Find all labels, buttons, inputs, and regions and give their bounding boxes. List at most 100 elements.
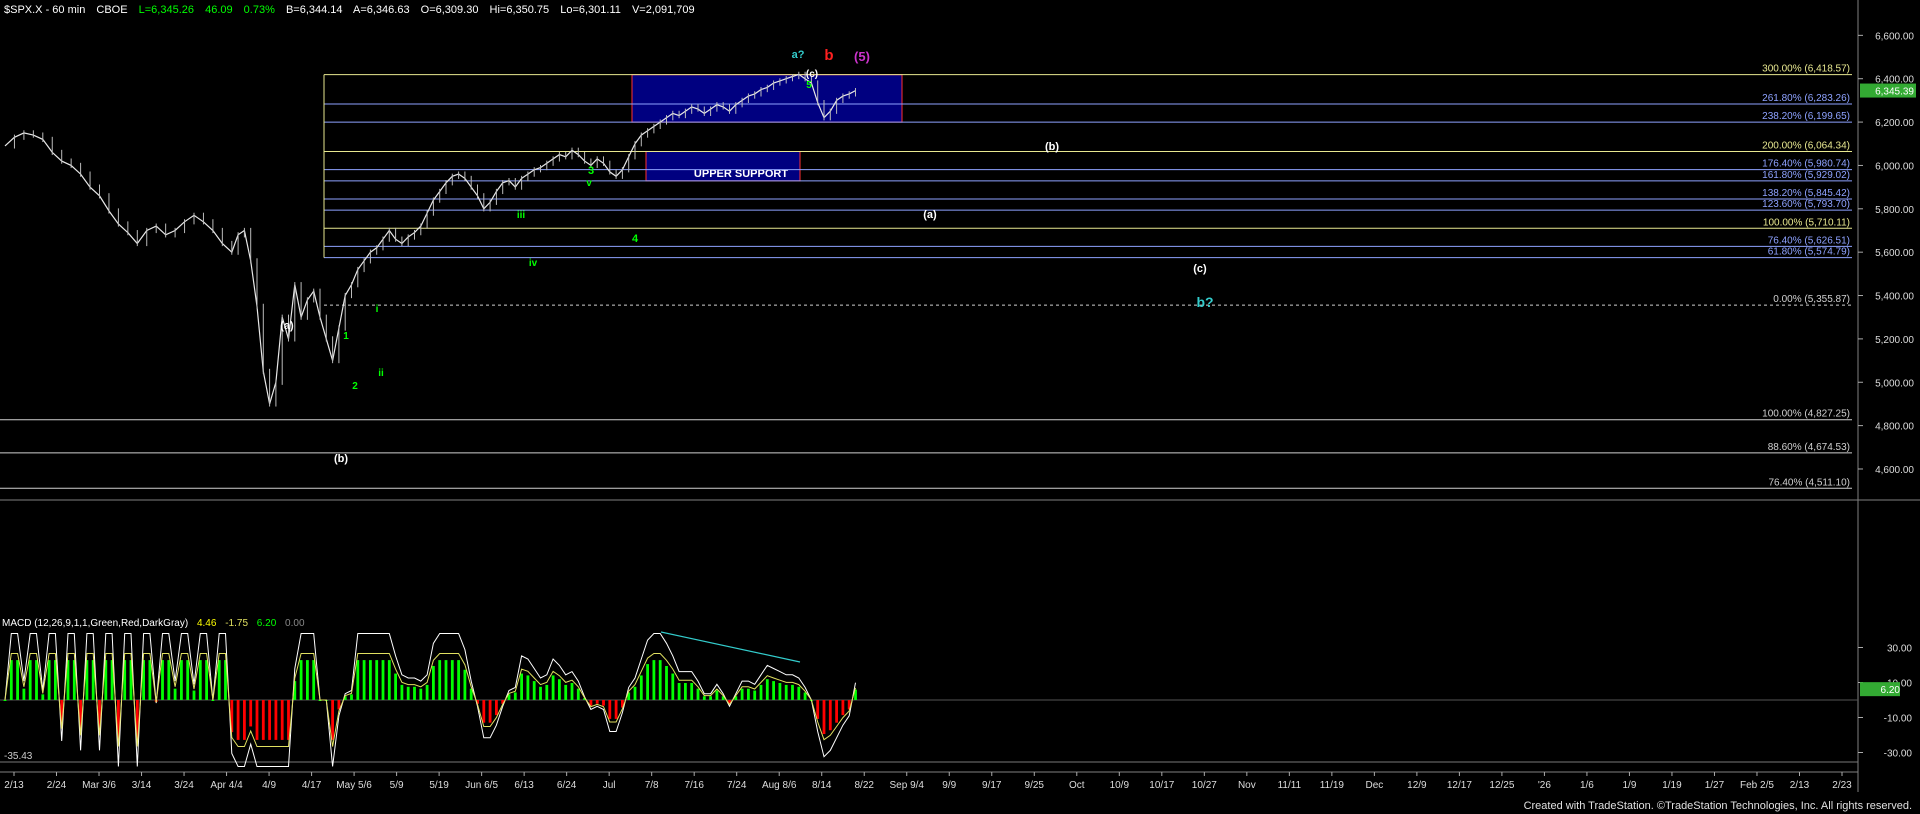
macd-hist-value: 6.20 [256,618,277,629]
y-tick-label: 4,800.00 [1875,422,1914,433]
macd-hist-bar [753,690,757,700]
x-tick-label: 12/25 [1489,780,1514,791]
wave-label: (5) [854,49,870,64]
x-tick-label: 1/27 [1705,780,1725,791]
x-tick-label: Sep 9/4 [890,780,925,791]
bid-value: B=6,344.14 [285,4,343,16]
y-tick-label: 4,600.00 [1875,465,1914,476]
macd-hist-bar [551,675,555,700]
macd-hist-bar [198,660,202,700]
macd-hist-bar [576,688,580,700]
change-pct: 0.73% [243,4,275,16]
macd-hist-bar [161,660,164,700]
x-tick-label: 11/19 [1320,780,1345,791]
macd-hist-bar [822,700,826,735]
macd-hist-bar [784,684,788,700]
x-tick-label: 10/9 [1110,780,1130,791]
macd-hist-bar [236,700,240,740]
x-tick-label: Feb 2/5 [1740,780,1774,791]
fib-label: 138.20% (5,845.42) [1762,188,1850,199]
macd-hist-bar [211,700,215,701]
macd-hist-bar [696,688,700,700]
macd-hist-bar [148,660,152,700]
x-tick-label: 7/24 [727,780,747,791]
wave-label: 5 [806,80,812,91]
wave-label: b [824,47,833,64]
y-tick-label: 6,000.00 [1875,161,1914,172]
price-chart: UPPER SUPPORT 300.00% (6,418.57)261.80% … [0,0,1920,814]
macd-hist-bar [765,679,769,700]
macd-hist-bar [633,686,637,700]
macd-hist-bar [526,675,530,700]
x-tick-label: 3/14 [132,780,152,791]
x-tick-label: 7/8 [645,780,659,791]
wave-label: ii [378,368,384,379]
macd-hist-bar [312,660,316,700]
open-value: O=6,309.30 [420,4,479,16]
macd-hist-bar [602,700,605,706]
wave-label: (a) [280,320,294,332]
y-tick-label: 5,400.00 [1875,292,1914,303]
fib-label: 76.40% (5,626.51) [1768,235,1850,246]
macd-hist-bar [450,660,454,700]
y-tick-label: 5,200.00 [1875,335,1914,346]
macd-hist-bar [299,660,303,700]
macd-hist-bar [513,692,517,700]
macd-hist-bar [816,700,820,719]
macd-hist-bar [570,682,574,700]
macd-hist-bar [243,700,246,740]
x-tick-label: 9/25 [1025,780,1045,791]
macd-hist-bar [249,700,253,727]
x-tick-label: 1/9 [1622,780,1636,791]
macd-hist-bar [595,700,599,704]
macd-header: MACD (12,26,9,1,1,Green,Red,DarkGray) 4.… [2,618,311,629]
x-tick-label: Mar 3/6 [82,780,116,791]
macd-hist-bar [715,690,719,700]
macd-hist-bar [803,692,807,700]
macd-hist-bar [671,673,675,700]
x-tick-label: Jul [603,780,616,791]
macd-hist-bar [828,700,832,731]
x-tick-label: 5/19 [429,780,449,791]
macd-hist-bar [432,665,435,700]
macd-hist-bar [369,660,372,700]
macd-hist-bar [3,700,7,701]
macd-hist-bar [41,694,45,700]
x-tick-label: 2/24 [47,780,67,791]
x-tick-label: 10/17 [1149,780,1174,791]
x-tick-label: 4/9 [262,780,276,791]
x-tick-label: Apr 4/4 [210,780,243,791]
macd-hist-bar [173,688,177,700]
macd-hist-bar [545,684,549,700]
fib-label: 61.80% (5,574.79) [1768,247,1850,258]
macd-hist-bar [457,660,460,700]
x-tick-label: 7/16 [684,780,704,791]
macd-hist-bar [564,684,568,700]
macd-hist-bar [444,660,448,700]
fib-label: 88.60% (4,674.53) [1768,442,1850,453]
x-tick-label: 3/24 [174,780,194,791]
wave-label: (c) [1193,263,1207,275]
macd-hist-bar [192,690,196,700]
macd-hist-bar [709,696,712,700]
wave-label: b? [1196,294,1213,310]
x-tick-label: Aug 8/6 [762,780,797,791]
macd-hist-bar [463,669,467,700]
x-tick-label: 2/23 [1832,780,1852,791]
x-tick-label: 10/27 [1192,780,1217,791]
x-tick-label: 5/9 [390,780,404,791]
fib-label: 0.00% (5,355.87) [1773,294,1850,305]
y-tick-label: 6,200.00 [1875,118,1914,129]
macd-hist-bar [520,673,523,700]
y-tick-label: 5,800.00 [1875,205,1914,216]
x-tick-label: 9/9 [942,780,956,791]
x-tick-label: 12/9 [1407,780,1427,791]
macd-hist-bar [180,660,183,700]
macd-hist-bar [797,686,801,700]
x-tick-label: 8/22 [854,780,874,791]
fib-label: 100.00% (4,827.25) [1762,409,1850,420]
x-tick-label: 1/6 [1580,780,1594,791]
fib-label: 100.00% (5,710.11) [1763,217,1850,228]
high-value: Hi=6,350.75 [489,4,550,16]
macd-hist-bar [665,665,668,700]
